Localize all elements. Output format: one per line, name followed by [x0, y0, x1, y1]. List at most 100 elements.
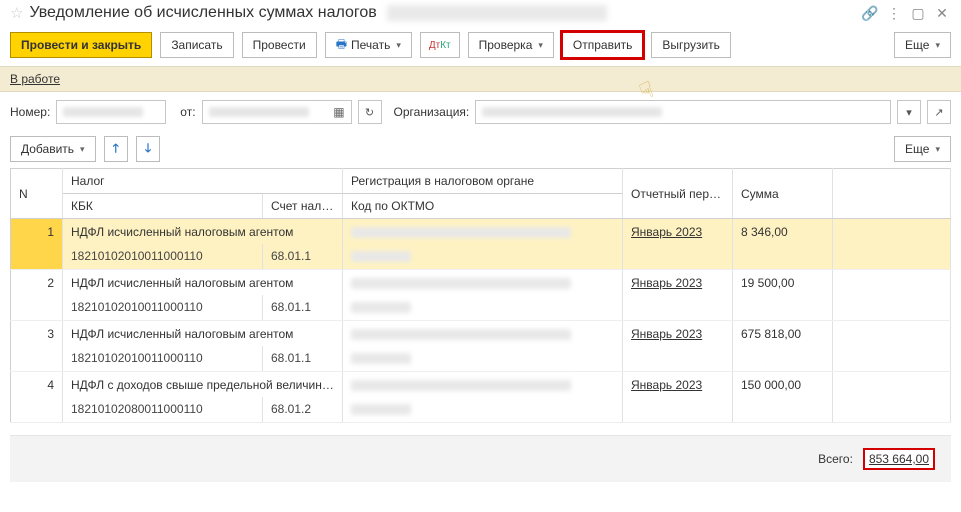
calendar-icon[interactable]: ▦: [333, 105, 344, 119]
period-link[interactable]: Январь 2023: [631, 276, 702, 290]
table-row-sub[interactable]: 1821010208001100011068.01.2: [11, 397, 951, 423]
export-button[interactable]: Выгрузить: [651, 32, 731, 58]
cell-period: Январь 2023: [623, 270, 733, 296]
org-input[interactable]: [475, 100, 891, 124]
minimize-icon[interactable]: ▢: [909, 5, 927, 22]
table-row[interactable]: 2НДФЛ исчисленный налоговым агентом Январ…: [11, 270, 951, 296]
cell-n: 2: [11, 270, 63, 296]
cell-oktmo-blurred: [343, 295, 623, 321]
window-titlebar: ☆ Уведомление об исчисленных суммах нало…: [0, 0, 961, 28]
col-sum[interactable]: Сумма: [733, 169, 833, 219]
number-label: Номер:: [10, 105, 50, 119]
cell-acct: 68.01.1: [263, 346, 343, 372]
cell-acct: 68.01.1: [263, 295, 343, 321]
org-label: Организация:: [394, 105, 470, 119]
printer-icon: 🖶: [336, 35, 347, 56]
period-link[interactable]: Январь 2023: [631, 225, 702, 239]
link-icon[interactable]: 🔗: [861, 5, 879, 22]
table-row[interactable]: 1НДФЛ исчисленный налоговым агентом Январ…: [11, 219, 951, 245]
cell-kbk: 18210102010011000110: [63, 346, 263, 372]
send-button[interactable]: Отправить: [562, 32, 644, 58]
cell-period: Январь 2023: [623, 219, 733, 245]
cell-n: 4: [11, 372, 63, 398]
cell-kbk: 18210102080011000110: [63, 397, 263, 423]
table-row-sub[interactable]: 1821010201001100011068.01.1: [11, 346, 951, 372]
col-kbk[interactable]: КБК: [63, 194, 263, 219]
col-oktmo[interactable]: Код по ОКТМО: [343, 194, 623, 219]
table-row-sub[interactable]: 1821010201001100011068.01.1: [11, 295, 951, 321]
more-button[interactable]: Еще ▾: [894, 32, 951, 58]
from-label: от:: [180, 105, 195, 119]
number-input[interactable]: [56, 100, 166, 124]
org-open-button[interactable]: ↗: [927, 100, 951, 124]
close-icon[interactable]: ✕: [933, 5, 951, 22]
col-n[interactable]: N: [11, 169, 63, 219]
write-button[interactable]: Записать: [160, 32, 233, 58]
cell-sum: 150 000,00: [733, 372, 833, 398]
favorite-star-icon[interactable]: ☆: [10, 4, 23, 22]
date-input[interactable]: ▦: [202, 100, 352, 124]
post-button[interactable]: Провести: [242, 32, 317, 58]
cell-oktmo-blurred: [343, 397, 623, 423]
cell-sum: 19 500,00: [733, 270, 833, 296]
check-label: Проверка: [479, 38, 533, 52]
cell-acct: 68.01.1: [263, 244, 343, 270]
col-tax[interactable]: Налог: [63, 169, 343, 194]
cell-oktmo-blurred: [343, 244, 623, 270]
cell-tax: НДФЛ исчисленный налоговым агентом: [63, 219, 343, 245]
status-link[interactable]: В работе: [10, 72, 60, 86]
check-button[interactable]: Проверка ▾: [468, 32, 554, 58]
period-link[interactable]: Январь 2023: [631, 378, 702, 392]
cell-kbk: 18210102010011000110: [63, 244, 263, 270]
cell-reg-blurred: [343, 321, 623, 347]
post-and-close-button[interactable]: Провести и закрыть: [10, 32, 152, 58]
cell-oktmo-blurred: [343, 346, 623, 372]
rows-table: N Налог Регистрация в налоговом органе О…: [10, 168, 951, 423]
cell-tax: НДФЛ исчисленный налоговым агентом: [63, 321, 343, 347]
cell-period: Январь 2023: [623, 321, 733, 347]
chevron-down-icon: ▾: [538, 40, 543, 51]
kebab-menu-icon[interactable]: ⋮: [885, 5, 903, 22]
cell-reg-blurred: [343, 270, 623, 296]
cell-kbk: 18210102010011000110: [63, 295, 263, 321]
header-form-row: Номер: от: ▦ ↻ Организация: ▾ ↗: [0, 92, 961, 132]
cell-period: Январь 2023: [623, 372, 733, 398]
col-reg[interactable]: Регистрация в налоговом органе: [343, 169, 623, 194]
table-row-sub[interactable]: 1821010201001100011068.01.1: [11, 244, 951, 270]
header-row-1: N Налог Регистрация в налоговом органе О…: [11, 169, 951, 194]
chevron-down-icon: ▾: [80, 144, 85, 155]
period-link[interactable]: Январь 2023: [631, 327, 702, 341]
cell-tax: НДФЛ с доходов свыше предельной величин…: [63, 372, 343, 398]
cell-sum: 8 346,00: [733, 219, 833, 245]
more-label: Еще: [905, 38, 929, 52]
title-suffix-blurred: [387, 5, 607, 21]
move-down-button[interactable]: 🡓: [136, 136, 160, 162]
table-row[interactable]: 4НДФЛ с доходов свыше предельной величин…: [11, 372, 951, 398]
window-title: Уведомление об исчисленных суммах налого…: [29, 4, 376, 22]
cell-reg-blurred: [343, 372, 623, 398]
more-label: Еще: [905, 142, 929, 156]
print-button[interactable]: 🖶 Печать ▾: [325, 32, 412, 58]
debit-credit-icon: ДтКт: [429, 40, 451, 51]
refresh-button[interactable]: ↻: [358, 100, 382, 124]
debit-credit-button[interactable]: ДтКт: [420, 32, 460, 58]
move-up-button[interactable]: 🡑: [104, 136, 128, 162]
add-label: Добавить: [21, 142, 74, 156]
cell-n: 1: [11, 219, 63, 245]
org-select-caret[interactable]: ▾: [897, 100, 921, 124]
table-more-button[interactable]: Еще ▾: [894, 136, 951, 162]
cell-tax: НДФЛ исчисленный налоговым агентом: [63, 270, 343, 296]
chevron-down-icon: ▾: [396, 40, 401, 51]
table-row[interactable]: 3НДФЛ исчисленный налоговым агентомЯнвар…: [11, 321, 951, 347]
status-strip: В работе: [0, 66, 961, 92]
add-row-button[interactable]: Добавить ▾: [10, 136, 96, 162]
col-period[interactable]: Отчетный период: [623, 169, 733, 219]
chevron-down-icon: ▾: [935, 144, 940, 155]
cell-acct: 68.01.2: [263, 397, 343, 423]
total-label: Всего:: [818, 452, 853, 466]
cell-sum: 675 818,00: [733, 321, 833, 347]
col-acct[interactable]: Счет налога: [263, 194, 343, 219]
cell-reg-blurred: [343, 219, 623, 245]
col-tail: [833, 169, 951, 219]
main-toolbar: Провести и закрыть Записать Провести 🖶 П…: [0, 28, 961, 66]
